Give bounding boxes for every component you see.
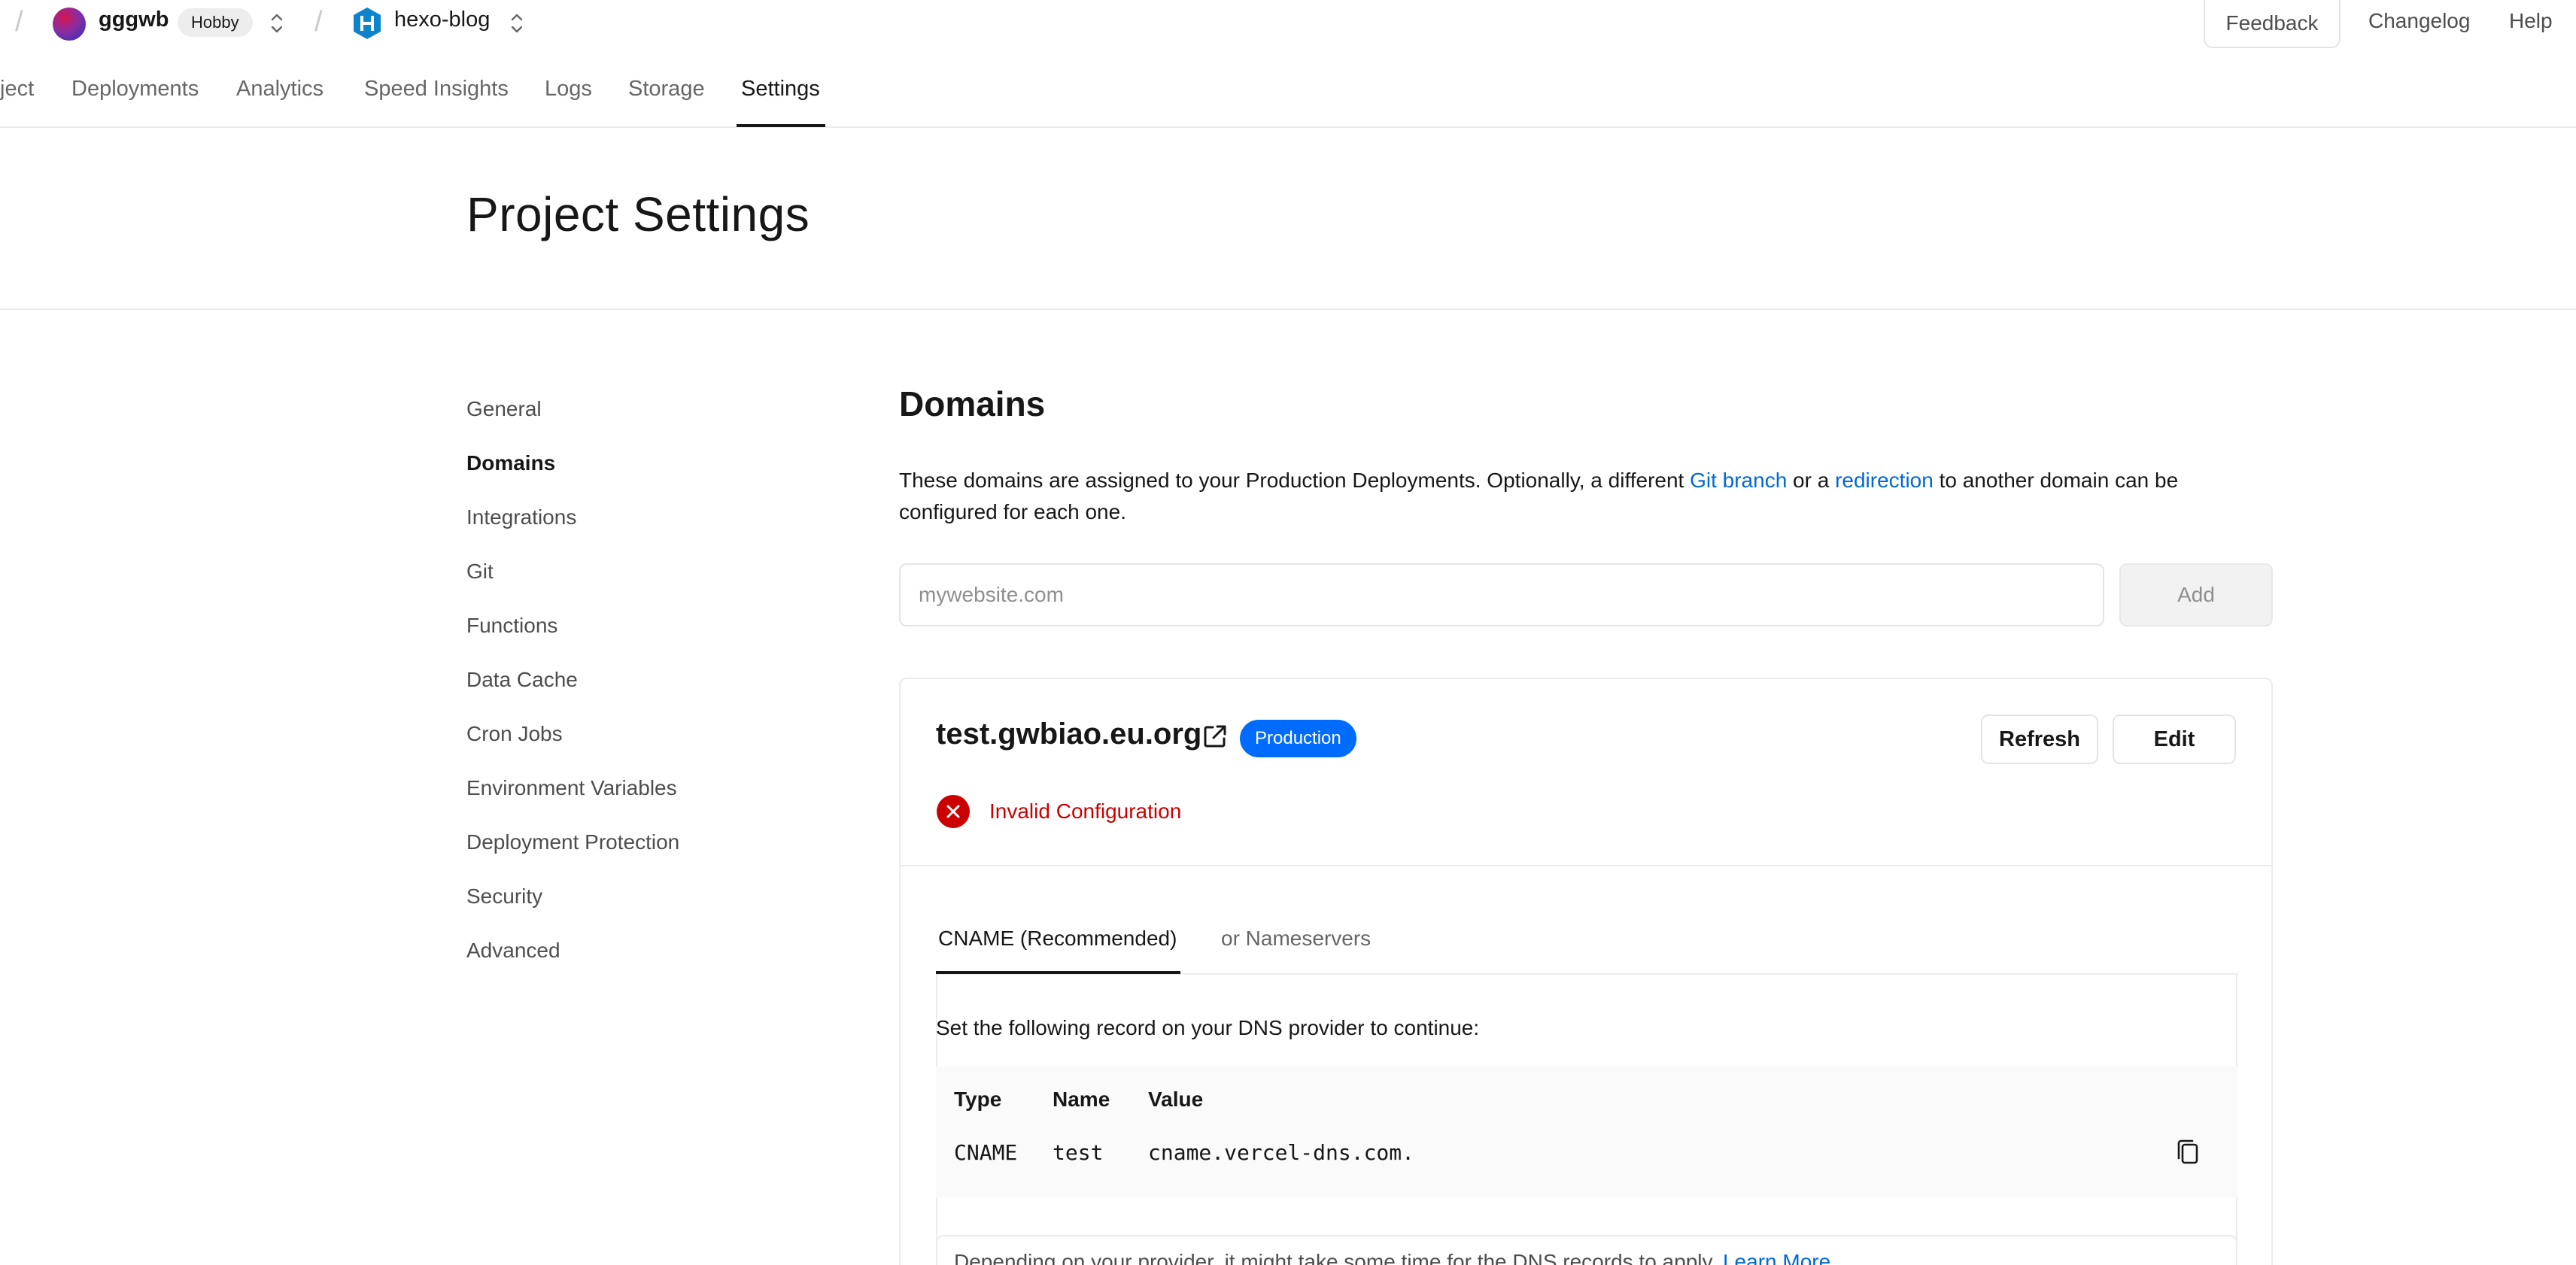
record-value: cname.vercel-dns.com. <box>1148 1140 1415 1165</box>
dns-instruction: Set the following record on your DNS pro… <box>936 1016 1480 1039</box>
sidenav-item-environment-variables[interactable]: Environment Variables <box>466 776 677 800</box>
git-branch-link[interactable]: Git branch <box>1690 469 1787 492</box>
domain-input[interactable] <box>899 563 2104 626</box>
add-domain-button[interactable]: Add <box>2119 563 2273 626</box>
sidenav-item-advanced[interactable]: Advanced <box>466 939 560 963</box>
sidenav-item-domains[interactable]: Domains <box>466 451 555 475</box>
page-title: Project Settings <box>466 187 810 241</box>
copy-icon[interactable] <box>2174 1137 2201 1167</box>
card-divider <box>901 865 2271 866</box>
feedback-button[interactable]: Feedback <box>2204 0 2341 48</box>
tab-storage[interactable]: Storage <box>628 77 705 102</box>
domain-name: test.gwbiao.eu.org <box>936 717 1202 751</box>
config-status: Invalid Configuration <box>989 799 1182 823</box>
tab-nameservers[interactable]: or Nameservers <box>1221 927 1371 951</box>
changelog-link[interactable]: Changelog <box>2368 9 2470 33</box>
notice-text: Depending on your provider, it might tak… <box>954 1250 1723 1265</box>
header-divider <box>0 308 2576 310</box>
dns-record-table <box>936 1066 2237 1197</box>
plan-badge: Hobby <box>178 8 253 37</box>
external-link-icon[interactable] <box>1201 723 1229 750</box>
production-badge: Production <box>1240 720 1356 757</box>
tab-analytics[interactable]: Analytics <box>236 77 324 102</box>
tab-cname[interactable]: CNAME (Recommended) <box>938 927 1177 951</box>
project-tabs: ject Deployments Analytics Speed Insight… <box>0 45 2576 128</box>
help-link[interactable]: Help <box>2509 9 2553 33</box>
active-dns-tab-indicator <box>936 971 1180 974</box>
sidenav-item-cron-jobs[interactable]: Cron Jobs <box>466 722 563 746</box>
sidenav-item-deployment-protection[interactable]: Deployment Protection <box>466 830 679 854</box>
domains-description: These domains are assigned to your Produ… <box>899 465 2276 528</box>
team-switcher-chevron-icon[interactable] <box>267 9 287 38</box>
sidenav-item-integrations[interactable]: Integrations <box>466 505 576 529</box>
refresh-button[interactable]: Refresh <box>1981 714 2098 764</box>
sidenav-item-functions[interactable]: Functions <box>466 614 557 638</box>
description-text: These domains are assigned to your Produ… <box>899 469 1690 492</box>
team-avatar[interactable] <box>53 8 86 41</box>
sidenav-item-general[interactable]: General <box>466 397 542 421</box>
redirection-link[interactable]: redirection <box>1835 469 1934 492</box>
error-icon <box>937 795 970 828</box>
tab-logs[interactable]: Logs <box>545 77 592 102</box>
column-header-value: Value <box>1148 1088 1204 1111</box>
tab-deployments[interactable]: Deployments <box>71 77 199 102</box>
column-header-name: Name <box>1053 1088 1110 1111</box>
breadcrumb-separator: / <box>15 6 23 38</box>
top-bar: / gggwb Hobby / hexo-blog Feedback Chang… <box>0 0 2576 48</box>
project-name[interactable]: hexo-blog <box>394 8 490 32</box>
project-switcher-chevron-icon[interactable] <box>507 9 527 38</box>
sidenav-item-security[interactable]: Security <box>466 884 542 909</box>
column-header-type: Type <box>954 1088 1002 1111</box>
edit-button[interactable]: Edit <box>2113 714 2236 764</box>
record-name: test <box>1053 1140 1104 1165</box>
section-title: Domains <box>899 384 1046 423</box>
description-text: or a <box>1787 469 1836 492</box>
tab-project[interactable]: ject <box>0 77 34 102</box>
breadcrumb-separator: / <box>314 6 323 38</box>
dns-notice-text: Depending on your provider, it might tak… <box>954 1250 1830 1265</box>
tab-settings[interactable]: Settings <box>741 77 820 102</box>
team-name[interactable]: gggwb <box>99 8 169 32</box>
learn-more-link[interactable]: Learn More <box>1723 1250 1830 1265</box>
tab-speed-insights[interactable]: Speed Insights <box>364 77 509 102</box>
record-type: CNAME <box>954 1140 1018 1165</box>
sidenav-item-git[interactable]: Git <box>466 560 494 584</box>
sidenav-item-data-cache[interactable]: Data Cache <box>466 668 578 692</box>
hexo-logo-icon <box>354 8 381 39</box>
active-tab-indicator <box>737 124 825 127</box>
